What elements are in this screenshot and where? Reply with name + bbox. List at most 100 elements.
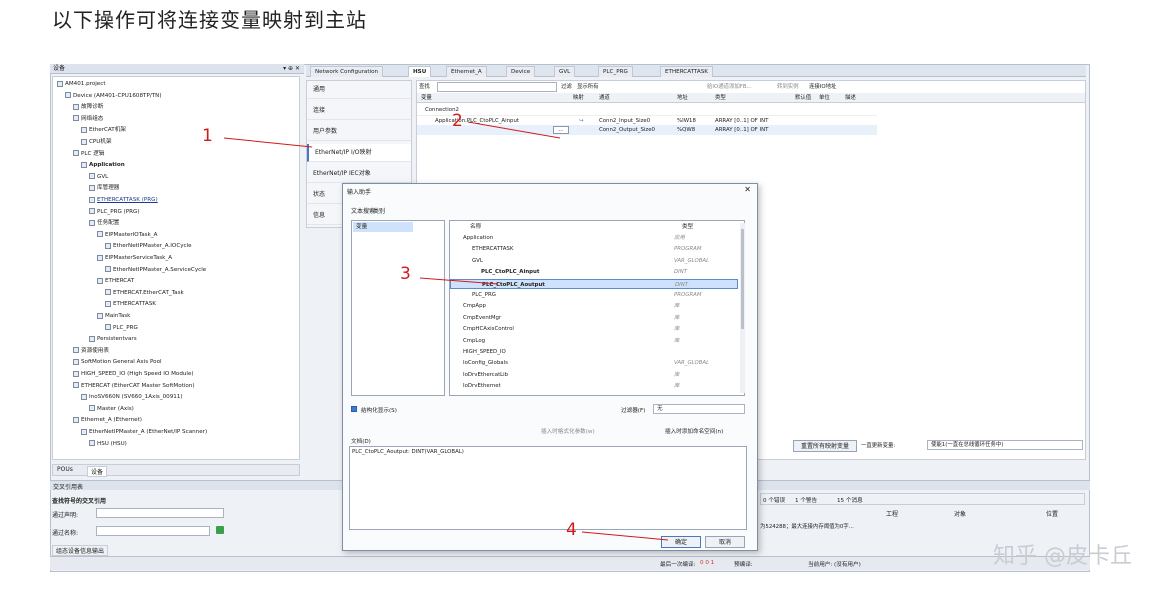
tree-item[interactable]: ETHERCATTASK: [105, 299, 156, 309]
tree-item-label: ETHERCAT (EtherCAT Master SoftMotion): [81, 382, 195, 389]
symbol-row[interactable]: CmpHCAxisControl 库: [450, 324, 738, 335]
tree-item[interactable]: PLC_PRG (PRG): [89, 207, 140, 217]
symbol-row[interactable]: IoConfig_Globals VAR_GLOBAL: [450, 358, 738, 369]
symbol-row[interactable]: GVL VAR_GLOBAL: [450, 256, 738, 267]
browse-button[interactable]: ...: [553, 126, 569, 134]
insert-namespace-checkbox[interactable]: 插入时添加命名空间(n): [665, 427, 723, 435]
tree-node-icon: [89, 196, 95, 203]
tree-item[interactable]: HIGH_SPEED_IO (High Speed IO Module): [73, 369, 194, 379]
symbol-row[interactable]: PLC_CtoPLC_Ainput DINT: [450, 267, 738, 278]
nav-item[interactable]: 用户参数: [307, 123, 411, 141]
tree-item[interactable]: EtherNetIPMaster_A.ServiceCycle: [105, 265, 206, 275]
tree-item[interactable]: EIPMasterServiceTask_A: [97, 253, 172, 263]
tree-item[interactable]: 任务配置: [89, 218, 119, 228]
cross-ref-title: 交叉引用表: [53, 484, 84, 491]
tree-item[interactable]: AM401.project: [57, 79, 106, 89]
col-name[interactable]: 名称: [470, 222, 481, 230]
panel-controls-icon[interactable]: ▾ ⊕ ✕: [283, 64, 300, 74]
update-select[interactable]: 使能1(一直在总线循环任务中): [927, 440, 1083, 450]
table-row[interactable]: Application.PLC_CtoPLC_Ainput ↪ Conn2_In…: [417, 115, 877, 125]
structured-view-checkbox[interactable]: [351, 406, 357, 412]
tree-item[interactable]: Persistentvars: [89, 334, 137, 344]
status-bar: 最后一次编译: 0 0 1 预编译: 当前用户: (没有用户): [50, 556, 1090, 570]
io-address-button[interactable]: 连接IO地址: [809, 82, 836, 92]
ok-button[interactable]: 确定: [661, 536, 701, 548]
tree-item[interactable]: ETHERCAT (EtherCAT Master SoftMotion): [73, 381, 195, 391]
tree-item[interactable]: EtherNetIPMaster_A.IOCycle: [105, 241, 192, 251]
tree-item[interactable]: SoftMotion General Axis Pool: [73, 357, 162, 367]
tree-item[interactable]: MainTask: [97, 311, 130, 321]
list-scrollbar[interactable]: [740, 223, 745, 393]
tree-item[interactable]: ETHERCAT.EtherCAT_Task: [105, 288, 184, 298]
tree-item[interactable]: PLC 逻辑: [73, 149, 104, 159]
tree-item[interactable]: EtherCAT机架: [81, 125, 126, 135]
name-input[interactable]: [96, 526, 210, 536]
device-info-output-tab[interactable]: 组态设备信息输出: [52, 545, 109, 556]
current-user: 当前用户: (没有用户): [808, 562, 861, 568]
tree-item[interactable]: Master (Axis): [89, 404, 134, 414]
symbol-row[interactable]: CmpLog 库: [450, 336, 738, 347]
tree-item[interactable]: Device (AM401-CPU1608TP/TN): [65, 91, 162, 101]
tree-item-label: 网络组态: [81, 115, 104, 122]
tree-item[interactable]: EIPMasterIOTask_A: [97, 230, 157, 240]
table-row[interactable]: Connection2: [417, 105, 877, 115]
nav-item[interactable]: 通用: [307, 81, 411, 99]
symbol-row[interactable]: ETHERCATTASK PROGRAM: [450, 244, 738, 255]
tree-item[interactable]: Ethernet_A (Ethernet): [73, 415, 142, 425]
tree-item[interactable]: GVL: [89, 172, 108, 182]
tab-text-search[interactable]: 文本搜索: [351, 206, 375, 215]
symbol-row[interactable]: Application 应用: [450, 233, 738, 244]
tab-pous[interactable]: POUs: [57, 466, 73, 473]
filter-select[interactable]: 显示所有: [577, 82, 599, 92]
tab-device[interactable]: Device: [506, 66, 536, 77]
symbol-row[interactable]: PLC_CtoPLC_Aoutput DINT: [450, 278, 738, 290]
symbol-row[interactable]: CmpEventMgr 库: [450, 313, 738, 324]
tree-item[interactable]: PLC_PRG: [105, 323, 138, 333]
tree-item[interactable]: 故障诊断: [73, 102, 103, 112]
tree-item[interactable]: ETHERCATTASK (PRG): [89, 195, 158, 205]
declaration-input[interactable]: [96, 508, 224, 518]
col-description: 描述: [845, 95, 856, 101]
symbol-row[interactable]: IoDrvEthernet 库: [450, 381, 738, 392]
message-count[interactable]: 15 个消息: [837, 496, 863, 504]
symbol-row[interactable]: HIGH_SPEED_IO: [450, 347, 738, 358]
tree-item[interactable]: CPU机架: [81, 137, 112, 147]
tab-categories[interactable]: 类别: [373, 206, 385, 215]
nav-item[interactable]: EtherNet/IP I/O映射: [307, 144, 411, 162]
insert-args-checkbox[interactable]: 插入时格式化参数(w): [541, 427, 595, 435]
tab-plc-prg[interactable]: PLC_PRG: [598, 66, 633, 77]
tab-devices[interactable]: 设备: [87, 466, 108, 477]
tree-item[interactable]: Application: [81, 160, 125, 170]
nav-item[interactable]: 连接: [307, 102, 411, 120]
symbol-row[interactable]: IoDrvEthercatLib 库: [450, 370, 738, 381]
tree-item[interactable]: ETHERCAT: [97, 276, 134, 286]
tab-network-configuration[interactable]: Network Configuration: [310, 66, 384, 77]
col-type[interactable]: 类型: [682, 222, 693, 230]
symbol-row[interactable]: CmpApp 库: [450, 301, 738, 312]
tab-gvl[interactable]: GVL: [554, 66, 576, 77]
goto-instance-button[interactable]: 转到实例: [777, 82, 799, 92]
add-fb-button[interactable]: 给IO通道添加FB...: [707, 82, 752, 92]
tree-item[interactable]: InoSV660N (SV660_1Axis_00911): [81, 392, 183, 402]
close-icon[interactable]: ✕: [744, 185, 751, 194]
tab-ethernet-a[interactable]: Ethernet_A: [446, 66, 487, 77]
category-variables[interactable]: 变量: [353, 222, 413, 232]
tab-ethercattask[interactable]: ETHERCATTASK: [660, 66, 713, 77]
go-icon[interactable]: [216, 526, 224, 534]
tree-item[interactable]: HSU (HSU): [89, 439, 127, 449]
error-count[interactable]: 0 个错误: [763, 496, 785, 504]
tree-item[interactable]: EtherNetIPMaster_A (EtherNet/IP Scanner): [81, 427, 207, 437]
warning-count[interactable]: 1 个警告: [795, 496, 817, 504]
tree-item[interactable]: 资源使用表: [73, 346, 109, 356]
filter-select[interactable]: 无: [653, 404, 745, 414]
nav-item[interactable]: EtherNet/IP IEC对象: [307, 165, 411, 183]
table-row[interactable]: ... Conn2_Output_Size0 %QW8 ARRAY [0..1]…: [417, 125, 877, 135]
cancel-button[interactable]: 取消: [705, 536, 745, 548]
search-input[interactable]: [437, 82, 557, 92]
tab-hsu[interactable]: HSU: [408, 66, 432, 77]
page-heading: 以下操作可将连接变量映射到主站: [52, 8, 367, 32]
tree-item[interactable]: 网络组态: [73, 114, 103, 124]
tree-item[interactable]: 库管理器: [89, 183, 119, 193]
reset-mapping-button[interactable]: 重置所有映射变量: [793, 440, 857, 452]
symbol-row[interactable]: PLC_PRG PROGRAM: [450, 290, 738, 301]
